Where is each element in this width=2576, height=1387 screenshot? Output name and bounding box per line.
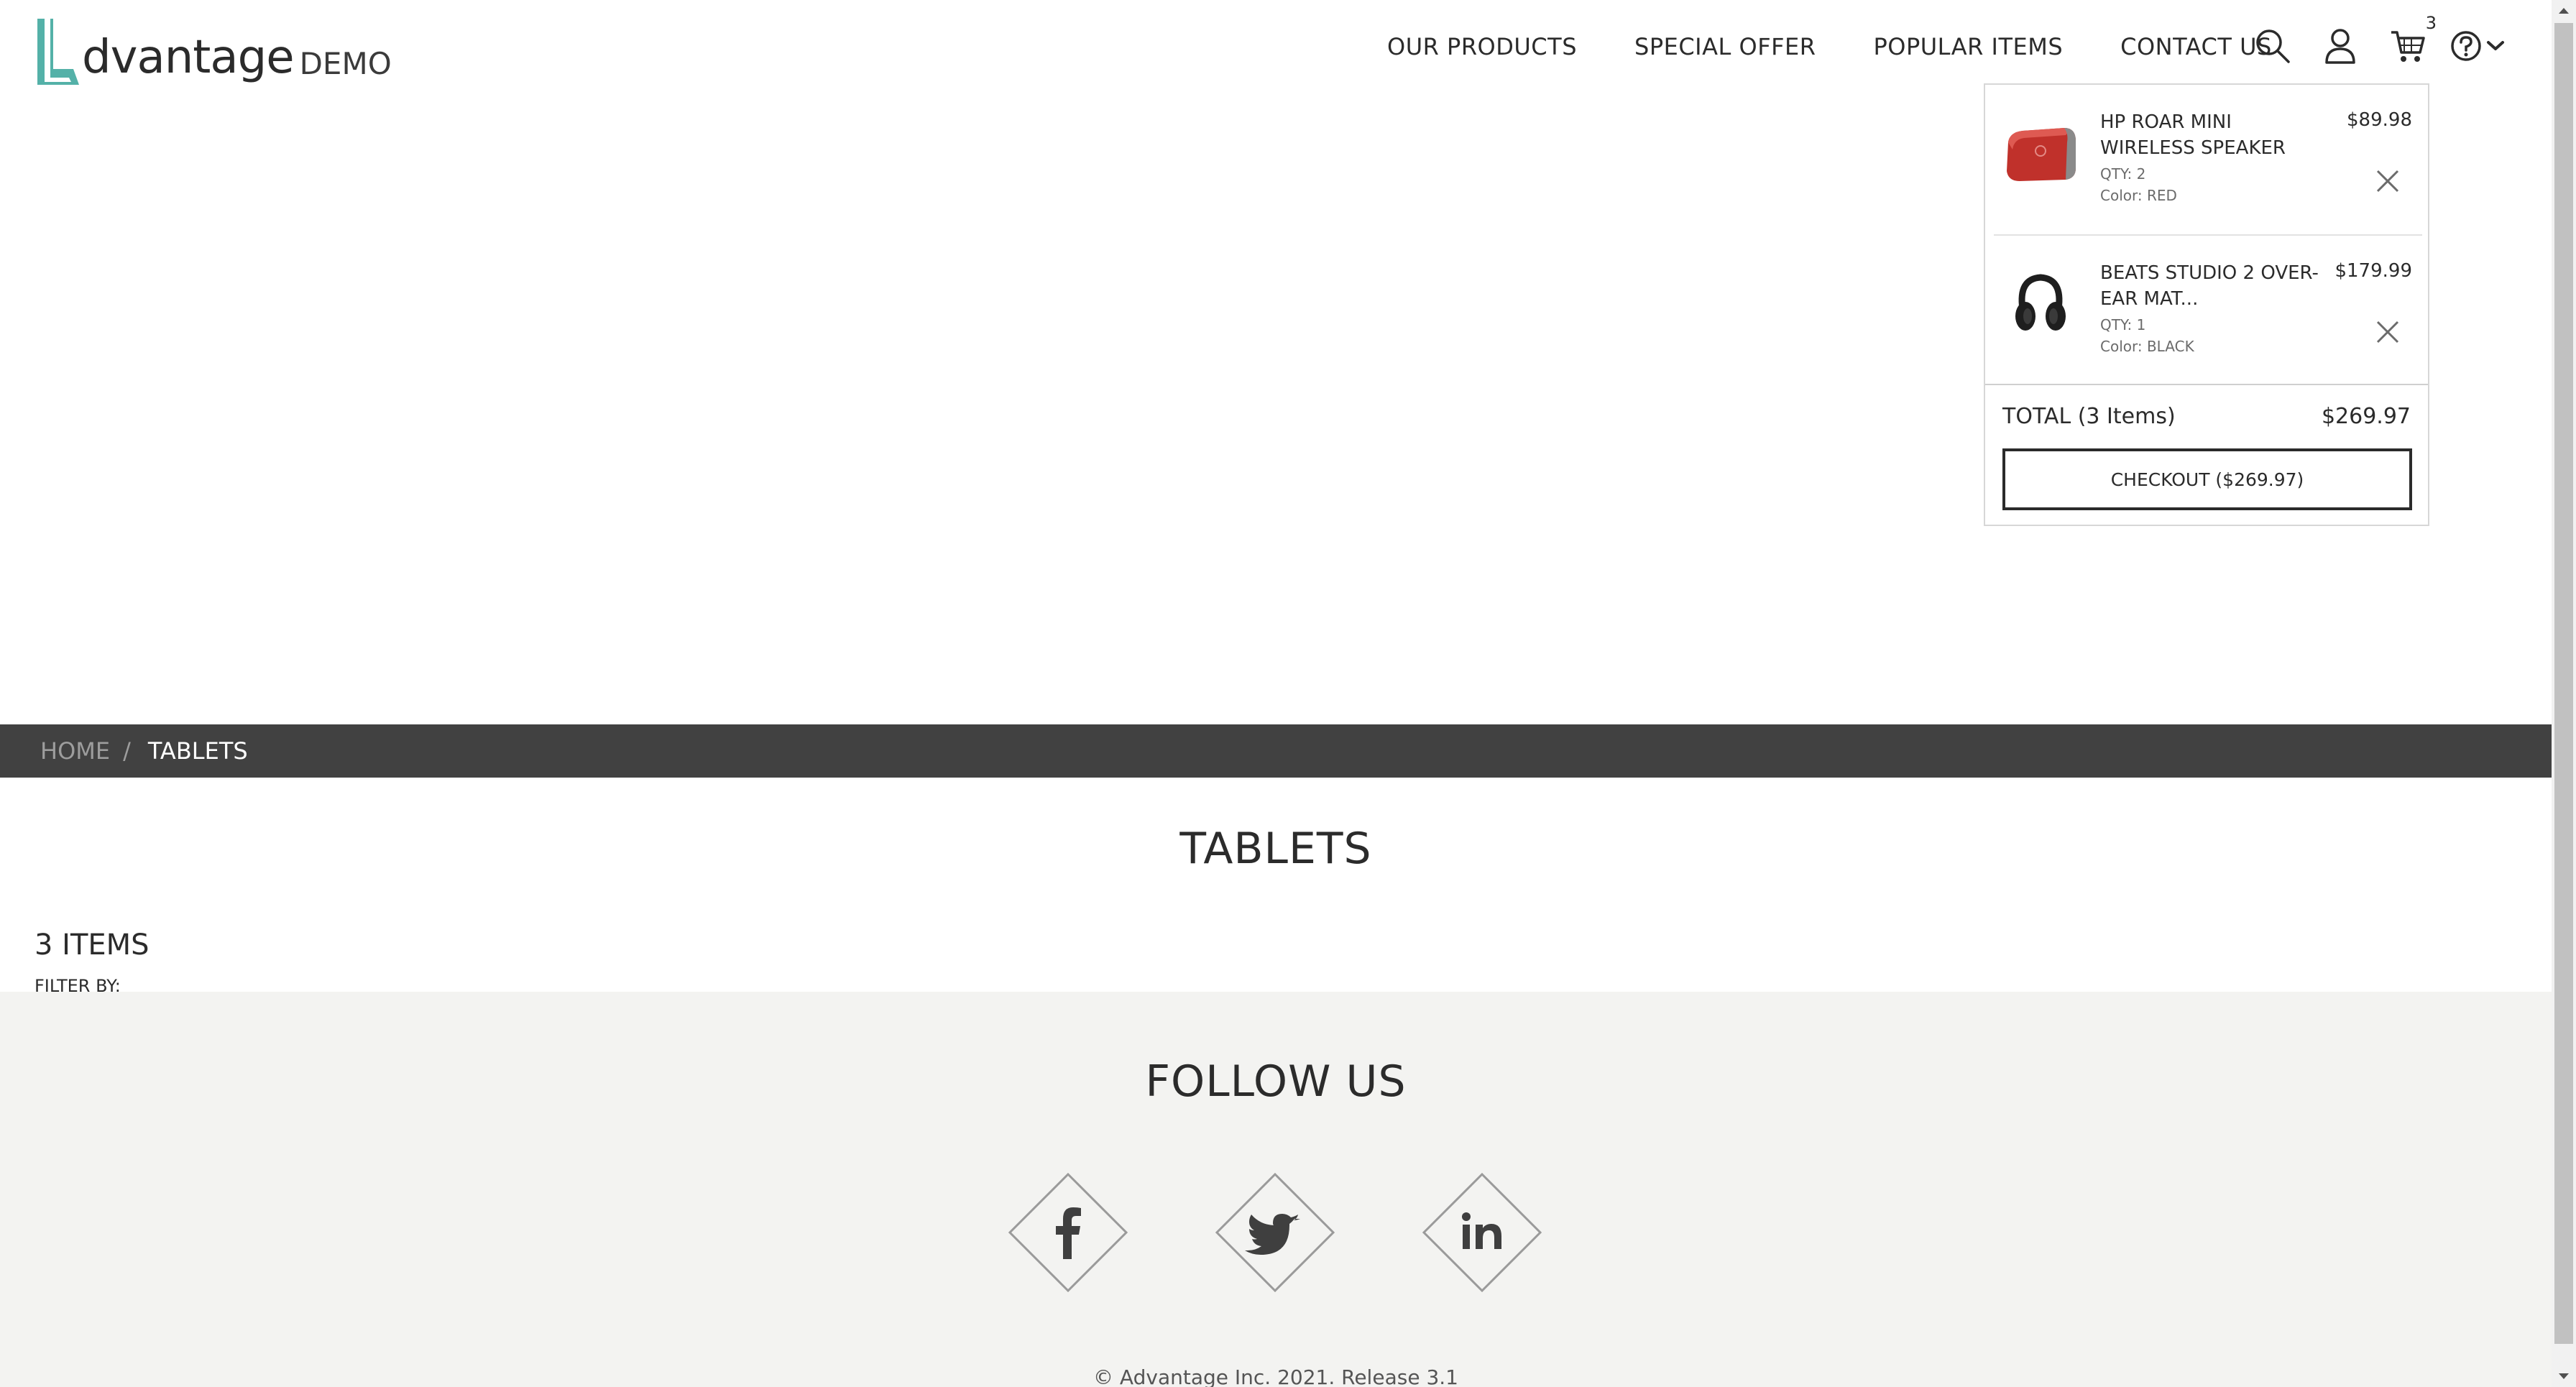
logo-word: dvantage: [82, 31, 295, 84]
cart-item[interactable]: BEATS STUDIO 2 OVER-EAR MAT... $179.99 Q…: [1994, 236, 2422, 385]
copyright-text: © Advantage Inc. 2021. Release 3.1: [1093, 1365, 1458, 1387]
user-icon: [2325, 29, 2355, 64]
site-footer: FOLLOW US © Advantage Inc. 2021. Release…: [0, 992, 2552, 1387]
cart-item-price: $89.98: [2347, 109, 2412, 131]
cart-item-price: $179.99: [2334, 260, 2412, 282]
cart-count-badge: 3: [2425, 13, 2437, 33]
header-icons: 3: [2251, 13, 2506, 68]
follow-us-title: FOLLOW US: [1145, 1056, 1407, 1107]
cart-item-color: Color: RED: [2100, 187, 2177, 204]
checkout-button[interactable]: CHECKOUT ($269.97): [2002, 448, 2412, 510]
main-nav: OUR PRODUCTS SPECIAL OFFER POPULAR ITEMS…: [1387, 32, 2329, 62]
scroll-down-arrow[interactable]: [2552, 1365, 2576, 1387]
linkedin-icon[interactable]: [1422, 1173, 1542, 1292]
breadcrumb-home-link[interactable]: HOME: [40, 737, 110, 765]
chevron-down-icon: [2487, 41, 2504, 50]
cart-item[interactable]: HP ROAR MINI WIRELESS SPEAKER $89.98 QTY…: [1994, 85, 2422, 236]
arrow-up-icon: [2559, 8, 2569, 14]
cart-total-label: TOTAL (3 Items): [2002, 404, 2176, 429]
cart-item-name[interactable]: BEATS STUDIO 2 OVER-EAR MAT...: [2100, 260, 2323, 312]
twitter-icon[interactable]: [1215, 1173, 1335, 1292]
help-menu-button[interactable]: [2450, 29, 2506, 63]
cart-item-color: Color: BLACK: [2100, 338, 2194, 355]
help-icon: [2451, 31, 2481, 61]
search-icon: [2256, 29, 2290, 63]
scrollbar-thumb[interactable]: [2554, 23, 2573, 1344]
arrow-down-icon: [2559, 1373, 2569, 1379]
headphones-thumbnail[interactable]: [2001, 264, 2080, 344]
remove-item-icon[interactable]: [2375, 319, 2401, 345]
logo-a-mark-icon: [37, 19, 79, 85]
page-scrollbar[interactable]: [2552, 0, 2576, 1387]
items-count: 3 ITEMS: [34, 928, 150, 962]
logo-demo-suffix: DEMO: [299, 46, 392, 81]
page: dvantage DEMO OUR PRODUCTS SPECIAL OFFER…: [0, 0, 2552, 1387]
breadcrumb-current: TABLETS: [147, 737, 248, 765]
remove-item-icon[interactable]: [2375, 168, 2401, 194]
nav-contact-us[interactable]: CONTACT US: [2120, 32, 2272, 62]
nav-popular-items[interactable]: POPULAR ITEMS: [1873, 32, 2063, 62]
cart-item-name[interactable]: HP ROAR MINI WIRELESS SPEAKER: [2100, 109, 2323, 161]
cart-icon: [2391, 31, 2425, 62]
cart-dropdown: HP ROAR MINI WIRELESS SPEAKER $89.98 QTY…: [1984, 83, 2429, 526]
cart-item-qty: QTY: 1: [2100, 316, 2146, 333]
scroll-up-arrow[interactable]: [2552, 0, 2576, 22]
cart-divider: [1985, 384, 2428, 385]
facebook-icon[interactable]: [1008, 1173, 1128, 1292]
nav-special-offer[interactable]: SPECIAL OFFER: [1634, 32, 1816, 62]
speaker-thumbnail[interactable]: [2001, 114, 2080, 193]
user-menu-button[interactable]: [2319, 24, 2362, 68]
site-logo[interactable]: dvantage DEMO: [32, 13, 392, 85]
cart-item-qty: QTY: 2: [2100, 165, 2146, 183]
search-button[interactable]: [2251, 24, 2294, 68]
nav-our-products[interactable]: OUR PRODUCTS: [1387, 32, 1577, 62]
breadcrumb-separator: /: [123, 737, 131, 765]
breadcrumb: HOME / TABLETS: [0, 724, 2552, 778]
cart-button[interactable]: 3: [2386, 13, 2437, 68]
page-title: TABLETS: [1179, 824, 1372, 874]
cart-total-value: $269.97: [2321, 404, 2411, 429]
filter-by-label[interactable]: FILTER BY:: [34, 974, 121, 992]
